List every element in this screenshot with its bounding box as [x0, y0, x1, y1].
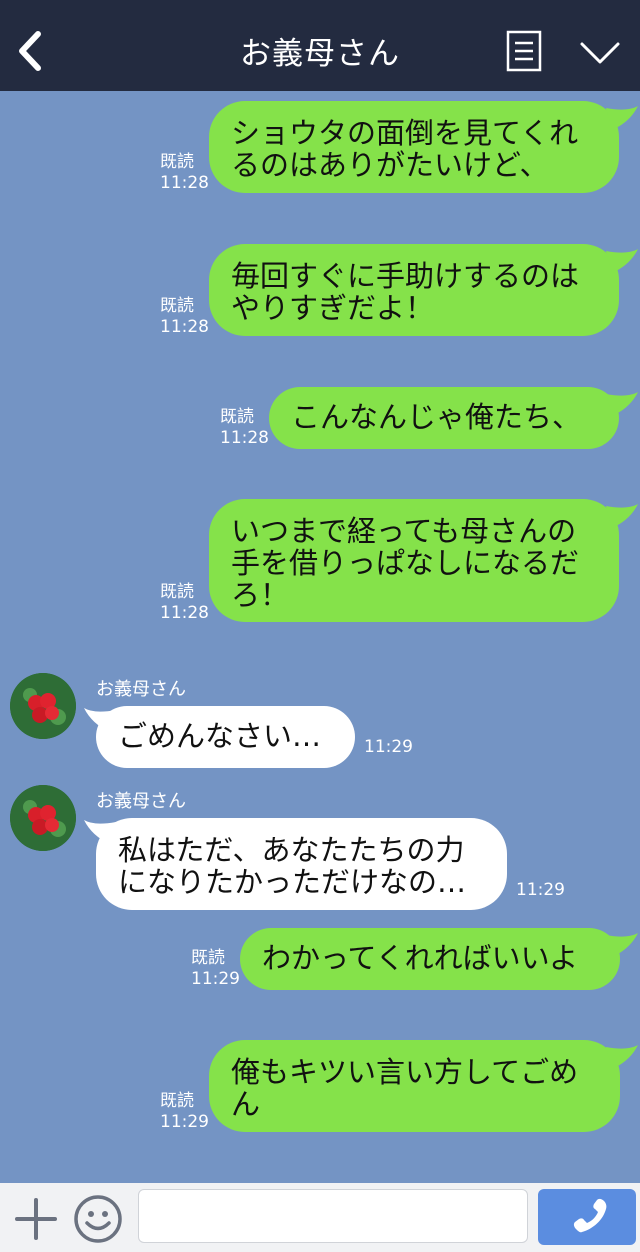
- sender-name: お義母さん: [96, 679, 186, 700]
- message-line: るのはありがたいけど、: [231, 148, 549, 182]
- message-status: 既読 11:29: [191, 948, 240, 990]
- message-line: やりすぎだよ！: [231, 291, 435, 325]
- bubble-tail: [606, 392, 638, 416]
- call-button[interactable]: [538, 1189, 636, 1245]
- message-status: 既読 11:29: [160, 1091, 209, 1133]
- message-time: 11:29: [516, 880, 565, 900]
- message-input[interactable]: [138, 1189, 528, 1243]
- sender-name: お義母さん: [96, 791, 186, 812]
- message-line: になりたかっただけなの…: [118, 865, 467, 899]
- message-line: 毎回すぐに手助けするのは: [231, 259, 580, 293]
- smiley-icon[interactable]: [73, 1194, 123, 1244]
- message-status: 既読 11:28: [160, 152, 209, 194]
- message-time: 11:28: [160, 317, 209, 337]
- message-line: 俺もキツい言い方してごめ: [231, 1055, 579, 1089]
- cherry-flower-icon: [10, 785, 76, 851]
- message-status: 既読 11:28: [220, 407, 269, 449]
- message-line: ごめんなさい…: [118, 719, 322, 753]
- menu-list-icon[interactable]: [506, 30, 542, 72]
- plus-icon[interactable]: [14, 1197, 58, 1241]
- message-time: 11:28: [220, 428, 269, 448]
- received-message-bubble[interactable]: 私はただ、あなたたちの力 になりたかっただけなの…: [96, 818, 507, 910]
- message-line: 私はただ、あなたたちの力: [118, 833, 465, 867]
- message-time: 11:28: [160, 603, 209, 623]
- sent-message-bubble[interactable]: 毎回すぐに手助けするのは やりすぎだよ！: [209, 244, 619, 336]
- read-receipt: 既読: [220, 407, 254, 427]
- bubble-tail: [606, 249, 638, 273]
- sent-message-bubble[interactable]: いつまで経っても母さんの 手を借りっぱなしになるだ ろ！: [209, 499, 619, 622]
- sender-avatar[interactable]: [10, 673, 76, 739]
- message-time: 11:29: [191, 969, 240, 989]
- read-receipt: 既読: [191, 948, 225, 968]
- input-bar: [0, 1183, 640, 1252]
- message-line: 手を借りっぱなしになるだ: [231, 546, 580, 580]
- sender-avatar[interactable]: [10, 785, 76, 851]
- chat-header: お義母さん: [0, 0, 640, 91]
- read-receipt: 既読: [160, 1091, 194, 1111]
- message-status: 既読 11:28: [160, 296, 209, 338]
- message-line: こんなんじゃ俺たち、: [291, 400, 582, 434]
- bubble-tail: [606, 933, 638, 957]
- message-time: 11:29: [160, 1112, 209, 1132]
- message-time: 11:29: [364, 737, 413, 757]
- sent-message-bubble[interactable]: 俺もキツい言い方してごめ ん: [209, 1040, 620, 1132]
- message-line: ん: [231, 1087, 261, 1121]
- message-time: 11:28: [160, 173, 209, 193]
- message-status: 既読 11:28: [160, 582, 209, 624]
- message-line: ろ！: [231, 578, 290, 612]
- chevron-down-icon[interactable]: [578, 36, 622, 68]
- read-receipt: 既読: [160, 152, 194, 172]
- message-line: ショウタの面倒を見てくれ: [231, 116, 579, 150]
- bubble-tail: [606, 1045, 638, 1069]
- bubble-tail: [606, 504, 638, 528]
- read-receipt: 既読: [160, 296, 194, 316]
- bubble-tail: [606, 106, 638, 130]
- cherry-flower-icon: [10, 673, 76, 739]
- received-message-bubble[interactable]: ごめんなさい…: [96, 706, 355, 768]
- phone-icon: [573, 1198, 607, 1233]
- sent-message-bubble[interactable]: こんなんじゃ俺たち、: [269, 387, 619, 449]
- message-line: わかってくれればいいよ: [262, 941, 579, 975]
- sent-message-bubble[interactable]: わかってくれればいいよ: [240, 928, 620, 990]
- sent-message-bubble[interactable]: ショウタの面倒を見てくれ るのはありがたいけど、: [209, 101, 619, 193]
- chat-title: お義母さん: [240, 36, 400, 72]
- read-receipt: 既読: [160, 582, 194, 602]
- message-line: いつまで経っても母さんの: [231, 514, 577, 548]
